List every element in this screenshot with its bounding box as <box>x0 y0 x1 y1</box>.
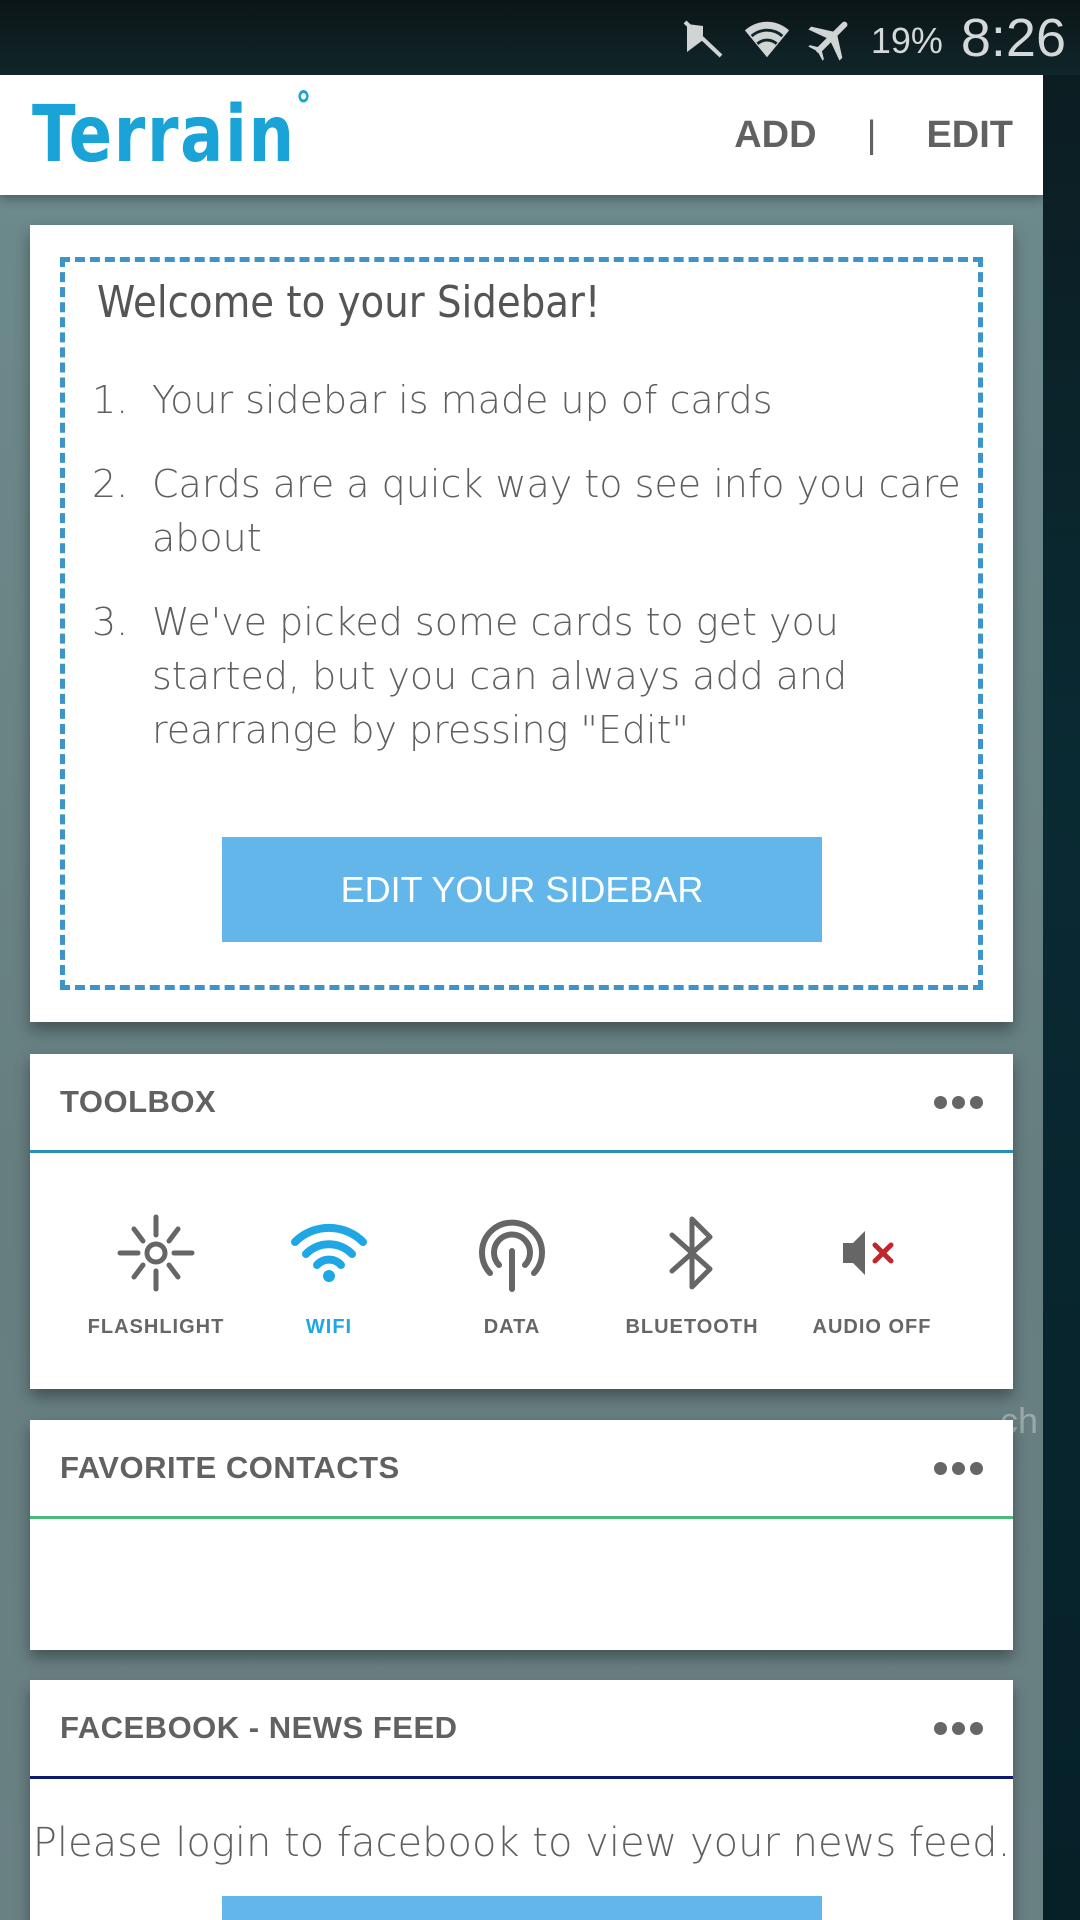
list-number: 3. <box>92 600 129 644</box>
sidebar-panel: ch Terrain° ADD | EDIT Welcome to your S… <box>0 75 1043 1920</box>
clock: 8:26 <box>960 7 1066 68</box>
card-accent-line <box>30 1516 1013 1519</box>
app-bar-actions: ADD | EDIT <box>734 114 1013 157</box>
toolbox-tools: FLASHLIGHT WIFI DATA BLUETOOTH AUDIO OFF <box>30 1153 1013 1389</box>
tool-label: BLUETOOTH <box>625 1316 759 1338</box>
facebook-login-message: Please login to facebook to view your ne… <box>32 1820 1011 1866</box>
audio-off-icon <box>827 1208 917 1298</box>
welcome-title: Welcome to your Sidebar! <box>97 277 601 328</box>
action-separator: | <box>866 113 877 156</box>
more-options-icon[interactable] <box>934 1721 983 1735</box>
audio-off-toggle[interactable]: AUDIO OFF <box>792 1208 952 1339</box>
facebook-news-feed-card: FACEBOOK - NEWS FEED Please login to fac… <box>30 1680 1013 1920</box>
list-number: 2. <box>92 462 129 506</box>
card-header: FACEBOOK - NEWS FEED <box>30 1680 1013 1776</box>
add-button[interactable]: ADD <box>734 114 816 157</box>
list-text: Cards are a quick way to see info you ca… <box>152 462 961 560</box>
flashlight-icon <box>111 1208 201 1298</box>
logo-text: Terrain <box>32 90 296 180</box>
flashlight-toggle[interactable]: FLASHLIGHT <box>76 1208 236 1339</box>
app-bar: Terrain° ADD | EDIT <box>0 75 1043 195</box>
battery-level: 19% <box>870 19 943 61</box>
card-title: FAVORITE CONTACTS <box>60 1450 400 1485</box>
edit-sidebar-button[interactable]: EDIT YOUR SIDEBAR <box>222 837 822 942</box>
card-header: TOOLBOX <box>30 1054 1013 1150</box>
tool-label: AUDIO OFF <box>812 1316 932 1338</box>
bluetooth-icon <box>647 1208 737 1298</box>
favorite-contacts-card: FAVORITE CONTACTS <box>30 1420 1013 1650</box>
list-item: 3. We've picked some cards to get you sta… <box>92 595 972 757</box>
logo-mark: ° <box>295 84 313 128</box>
tool-label: DATA <box>483 1316 541 1338</box>
wifi-icon <box>284 1208 374 1298</box>
facebook-login-button[interactable] <box>222 1896 822 1920</box>
data-icon <box>467 1208 557 1298</box>
status-bar: 19% 8:26 <box>0 0 1080 75</box>
more-options-icon[interactable] <box>934 1461 983 1475</box>
card-accent-line <box>30 1776 1013 1779</box>
mute-icon <box>679 14 727 62</box>
tool-label: FLASHLIGHT <box>87 1316 225 1338</box>
bluetooth-toggle[interactable]: BLUETOOTH <box>612 1208 772 1339</box>
wifi-toggle[interactable]: WIFI <box>249 1208 409 1339</box>
more-options-icon[interactable] <box>934 1095 983 1109</box>
terrain-logo: Terrain° <box>32 84 313 180</box>
list-text: Your sidebar is made up of cards <box>152 378 773 422</box>
airplane-mode-icon <box>807 14 855 62</box>
card-title: TOOLBOX <box>60 1084 217 1119</box>
list-text: We've picked some cards to get you start… <box>152 600 848 752</box>
list-item: 2. Cards are a quick way to see info you … <box>92 457 972 565</box>
list-item: 1. Your sidebar is made up of cards <box>92 373 972 427</box>
toolbox-card: TOOLBOX FLASHLIGHT WIFI DATA BLUETOOTH A… <box>30 1054 1013 1389</box>
wifi-icon <box>743 14 791 62</box>
tool-label: WIFI <box>305 1316 353 1338</box>
data-toggle[interactable]: DATA <box>432 1208 592 1339</box>
edit-button[interactable]: EDIT <box>926 114 1013 157</box>
list-number: 1. <box>92 378 129 422</box>
card-title: FACEBOOK - NEWS FEED <box>60 1710 458 1745</box>
welcome-card: Welcome to your Sidebar! 1. Your sidebar … <box>30 225 1013 1022</box>
card-header: FAVORITE CONTACTS <box>30 1420 1013 1516</box>
welcome-list: 1. Your sidebar is made up of cards 2. Car… <box>92 373 972 787</box>
